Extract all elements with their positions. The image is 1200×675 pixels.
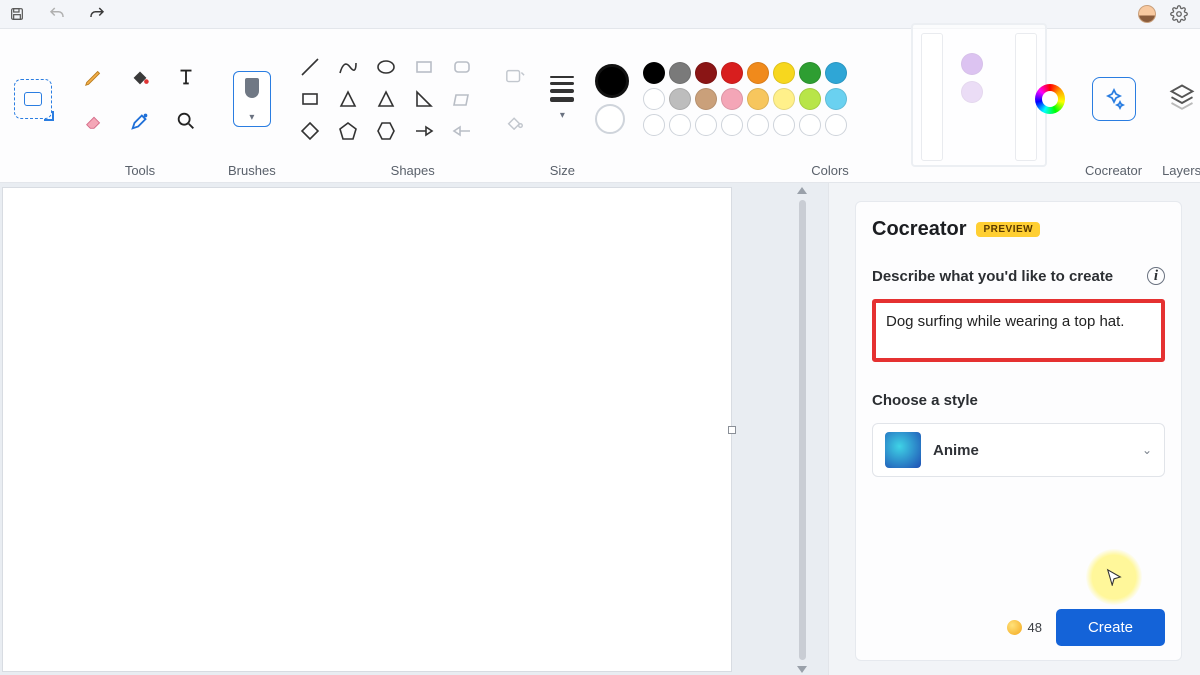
- layers-button[interactable]: [1168, 82, 1196, 115]
- cursor-highlight: [1086, 549, 1142, 605]
- group-label-layers: Layers: [1162, 158, 1200, 180]
- canvas[interactable]: [2, 187, 732, 672]
- scroll-down-icon[interactable]: [797, 666, 807, 673]
- chevron-down-icon: ⌄: [1142, 443, 1152, 457]
- profile-avatar[interactable]: [1138, 5, 1156, 23]
- prompt-text: Dog surfing while wearing a top hat.: [886, 313, 1151, 330]
- pencil-tool[interactable]: [72, 56, 116, 98]
- cocreator-title: Cocreator PREVIEW: [872, 218, 1165, 241]
- color-1-swatch[interactable]: [595, 64, 629, 98]
- prompt-input[interactable]: Dog surfing while wearing a top hat.: [872, 299, 1165, 362]
- cocreator-title-text: Cocreator: [872, 218, 966, 241]
- group-label-tools: Tools: [125, 158, 155, 180]
- group-label-cocreator: Cocreator: [1085, 158, 1142, 180]
- scroll-up-icon[interactable]: [797, 187, 807, 194]
- save-button[interactable]: [6, 3, 28, 25]
- cocreator-button[interactable]: [1092, 77, 1136, 121]
- shape-fill-dropdown[interactable]: [500, 108, 530, 134]
- workspace: Cocreator PREVIEW Describe what you'd li…: [0, 183, 1200, 675]
- canvas-area: [0, 183, 828, 675]
- color-overlay-obstruction: [919, 39, 1039, 159]
- group-label-brushes: Brushes: [228, 158, 276, 180]
- redo-button[interactable]: [86, 3, 108, 25]
- brushes-dropdown[interactable]: ▾: [233, 71, 271, 127]
- size-dropdown[interactable]: ▾: [550, 76, 574, 121]
- credits-value: 48: [1028, 620, 1042, 635]
- style-thumbnail: [885, 432, 921, 468]
- resize-handle-right[interactable]: [728, 426, 736, 434]
- eraser-tool[interactable]: [72, 100, 116, 142]
- text-tool[interactable]: [164, 56, 208, 98]
- color-palette[interactable]: [643, 62, 899, 136]
- color-picker-tool[interactable]: [118, 100, 162, 142]
- edit-colors-button[interactable]: [1035, 84, 1065, 114]
- create-button[interactable]: Create: [1056, 609, 1165, 646]
- credits-counter: 48: [1007, 620, 1042, 635]
- group-label-colors: Colors: [811, 159, 849, 180]
- ribbon-toolbar: Tools ▾ Brushes: [0, 28, 1200, 183]
- group-label-shapes: Shapes: [391, 158, 435, 180]
- style-dropdown[interactable]: Anime ⌄: [872, 423, 1165, 477]
- group-label-size: Size: [550, 158, 575, 180]
- describe-label: Describe what you'd like to create: [872, 268, 1113, 285]
- style-value: Anime: [933, 442, 1130, 459]
- image-select-tool[interactable]: [14, 79, 52, 119]
- scrollbar-track[interactable]: [799, 200, 806, 660]
- magnifier-tool[interactable]: [164, 100, 208, 142]
- shape-outline-dropdown[interactable]: [500, 64, 530, 90]
- settings-button[interactable]: [1170, 5, 1188, 23]
- shapes-gallery[interactable]: [296, 54, 476, 144]
- coin-icon: [1007, 620, 1022, 635]
- color-2-swatch[interactable]: [595, 104, 625, 134]
- undo-button[interactable]: [46, 3, 68, 25]
- info-icon[interactable]: i: [1147, 267, 1165, 285]
- fill-tool[interactable]: [118, 56, 162, 98]
- style-label: Choose a style: [872, 392, 1165, 409]
- preview-badge: PREVIEW: [976, 222, 1040, 237]
- cocreator-panel: Cocreator PREVIEW Describe what you'd li…: [828, 183, 1200, 675]
